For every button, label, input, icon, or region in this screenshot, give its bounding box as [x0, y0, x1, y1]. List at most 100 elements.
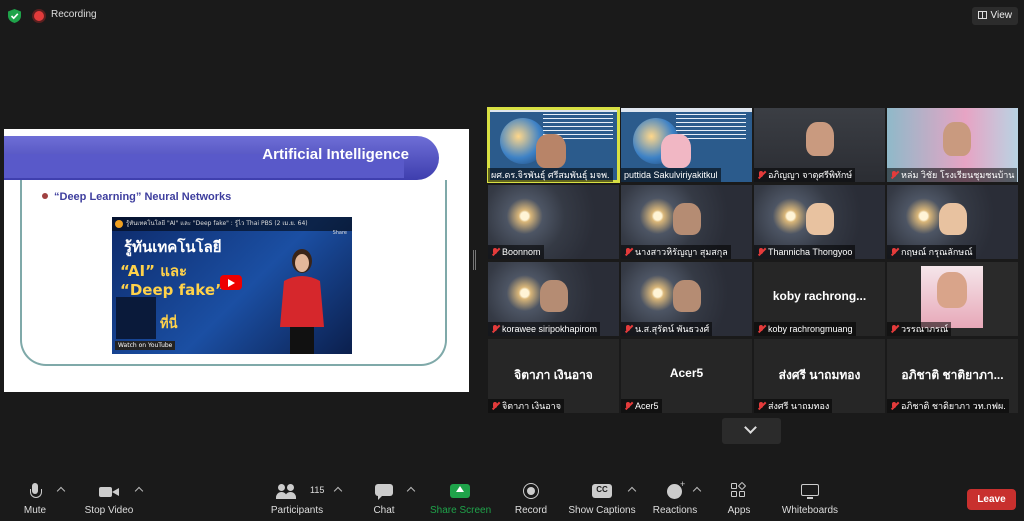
video-headline-2: “AI” และ [120, 262, 188, 280]
participant-name-bar: Boonnom [488, 245, 544, 259]
participant-name-bar: puttida Sakulviriyakitkul [621, 168, 721, 182]
participant-tile[interactable]: Thannicha Thongyoo [754, 185, 885, 259]
participant-display-name: อภิชาติ ชาติยาภา... [901, 368, 1004, 382]
participant-video-face [806, 122, 834, 156]
participant-name-bar: อภิชาติ ชาติยาภา วท.กฟผ. [887, 399, 1009, 413]
participant-display-name: koby rachrong... [772, 289, 867, 303]
watch-on-youtube-label[interactable]: Watch on YouTube [115, 341, 176, 350]
participant-tile[interactable]: วรรณาภรณ์ [887, 262, 1018, 336]
participant-tile[interactable]: หล่ม วิชัย โรงเรียนชุมชนบ้าน [887, 108, 1018, 182]
participant-name: Acer5 [635, 401, 659, 411]
apps-button[interactable]: Apps [725, 481, 753, 516]
participant-name-bar: koby rachrongmuang [754, 322, 856, 336]
participant-name: Boonnom [502, 247, 541, 257]
participant-tile[interactable]: puttida Sakulviriyakitkul [621, 108, 752, 182]
mute-label: Mute [23, 505, 47, 516]
participant-display-name: ส่งศรี นาถมทอง [778, 368, 861, 382]
chat-label: Chat [373, 505, 395, 516]
shared-screen: Artificial Intelligence “Deep Learning” … [4, 129, 469, 392]
participant-tile[interactable]: กฤษณ์ กรุณลักษณ์ [887, 185, 1018, 259]
embedded-video[interactable]: รู้ทันเทคโนโลยี "AI" และ "Deep fake" : ร… [112, 217, 352, 354]
participant-name: korawee siripokhapirom [502, 324, 598, 334]
participant-tile[interactable]: koby rachrong... koby rachrongmuang [754, 262, 885, 336]
participant-name-bar: korawee siripokhapirom [488, 322, 601, 336]
participant-tile[interactable]: อภิญญา จาตุศรีพิทักษ์ [754, 108, 885, 182]
participant-name: Thannicha Thongyoo [768, 247, 853, 257]
participant-tile[interactable]: นางสาวหิรัญญา สุมสกุล [621, 185, 752, 259]
recording-label: Recording [51, 9, 97, 20]
whiteboard-icon [801, 483, 819, 501]
participant-tile[interactable]: อภิชาติ ชาติยาภา... อภิชาติ ชาติยาภา วท.ก… [887, 339, 1018, 413]
muted-mic-icon [757, 402, 765, 410]
mute-options-caret-icon[interactable] [56, 486, 66, 496]
reactions-button[interactable]: Reactions [652, 479, 698, 516]
participant-name: น.ส.สุรัตน์ พันธวงศ์ [635, 324, 710, 334]
whiteboards-button[interactable]: Whiteboards [780, 483, 840, 516]
next-page-button[interactable] [722, 418, 781, 444]
view-button-label: View [990, 10, 1013, 21]
participants-options-caret-icon[interactable] [333, 486, 343, 496]
muted-mic-icon [491, 402, 499, 410]
show-captions-button[interactable]: CC Show Captions [568, 483, 636, 516]
mute-button[interactable]: Mute [18, 483, 52, 516]
participant-name-bar: Thannicha Thongyoo [754, 245, 856, 259]
record-button[interactable]: Record [512, 483, 550, 516]
participant-video-face [540, 280, 568, 312]
participant-name: อภิชาติ ชาติยาภา วท.กฟผ. [901, 401, 1006, 411]
participants-button[interactable]: 115 Participants [266, 483, 328, 516]
participant-name: ผศ.ดร.จิรพันธุ์ ศรีสมพันธุ์ มจพ. [491, 170, 610, 180]
participant-name-bar: วรรณาภรณ์ [887, 322, 952, 336]
participant-name-bar: กฤษณ์ กรุณลักษณ์ [887, 245, 976, 259]
participant-name: จิตาภา เงินอาจ [502, 401, 562, 411]
participant-tile[interactable]: น.ส.สุรัตน์ พันธวงศ์ [621, 262, 752, 336]
panel-splitter-handle[interactable] [473, 250, 476, 270]
show-captions-label: Show Captions [568, 505, 636, 516]
channel-logo-icon [115, 220, 123, 228]
share-screen-label: Share Screen [430, 505, 492, 516]
participant-tile[interactable]: จิตาภา เงินอาจ จิตาภา เงินอาจ [488, 339, 619, 413]
muted-mic-icon [890, 325, 898, 333]
participant-tile[interactable]: Acer5 Acer5 [621, 339, 752, 413]
share-screen-icon [450, 483, 470, 501]
muted-mic-icon [757, 325, 765, 333]
cc-icon-text: CC [596, 485, 608, 494]
reactions-label: Reactions [652, 505, 698, 516]
participant-count: 115 [310, 485, 325, 495]
slide-title: Artificial Intelligence [262, 146, 409, 163]
slide-bullet: “Deep Learning” Neural Networks [42, 191, 231, 203]
participant-display-name: จิตาภา เงินอาจ [514, 368, 593, 382]
video-camera-icon [99, 483, 119, 501]
chat-options-caret-icon[interactable] [406, 486, 416, 496]
presenter-figure [280, 249, 324, 354]
muted-mic-icon [491, 248, 499, 256]
participant-video-face [939, 203, 967, 235]
participant-tile[interactable]: ผศ.ดร.จิรพันธุ์ ศรีสมพันธุ์ มจพ. [487, 107, 620, 183]
participant-display-name: Acer5 [669, 366, 704, 380]
video-caption: รู้ทันเทคโนโลยี "AI" และ "Deep fake" : ร… [126, 220, 308, 227]
participant-video-face [661, 134, 691, 168]
participant-name-bar: Acer5 [621, 399, 662, 413]
chevron-down-icon [744, 421, 757, 434]
security-shield-icon[interactable] [8, 9, 21, 23]
participant-tile[interactable]: korawee siripokhapirom [488, 262, 619, 336]
chat-button[interactable]: Chat [370, 483, 398, 516]
stop-video-label: Stop Video [84, 505, 134, 516]
apps-icon [731, 481, 747, 501]
participant-tile[interactable]: Boonnom [488, 185, 619, 259]
chat-bubble-icon [375, 483, 393, 501]
participant-name-bar: น.ส.สุรัตน์ พันธวงศ์ [621, 322, 713, 336]
participant-name-bar: อภิญญา จาตุศรีพิทักษ์ [754, 168, 856, 182]
participant-video-face [536, 134, 566, 168]
leave-button[interactable]: Leave [967, 489, 1016, 510]
view-button[interactable]: View [971, 7, 1018, 25]
participant-photo-face [937, 272, 967, 308]
stop-video-button[interactable]: Stop Video [80, 483, 138, 516]
slide-title-banner: Artificial Intelligence [4, 136, 439, 180]
emoji-reaction-icon [667, 479, 685, 501]
participants-icon [276, 483, 298, 501]
participant-tile[interactable]: ส่งศรี นาถมทอง ส่งศรี นาถมทอง [754, 339, 885, 413]
share-screen-button[interactable]: Share Screen [430, 483, 492, 516]
youtube-play-icon[interactable] [220, 275, 242, 290]
apps-label: Apps [727, 505, 751, 516]
closed-captions-icon: CC [592, 483, 612, 501]
